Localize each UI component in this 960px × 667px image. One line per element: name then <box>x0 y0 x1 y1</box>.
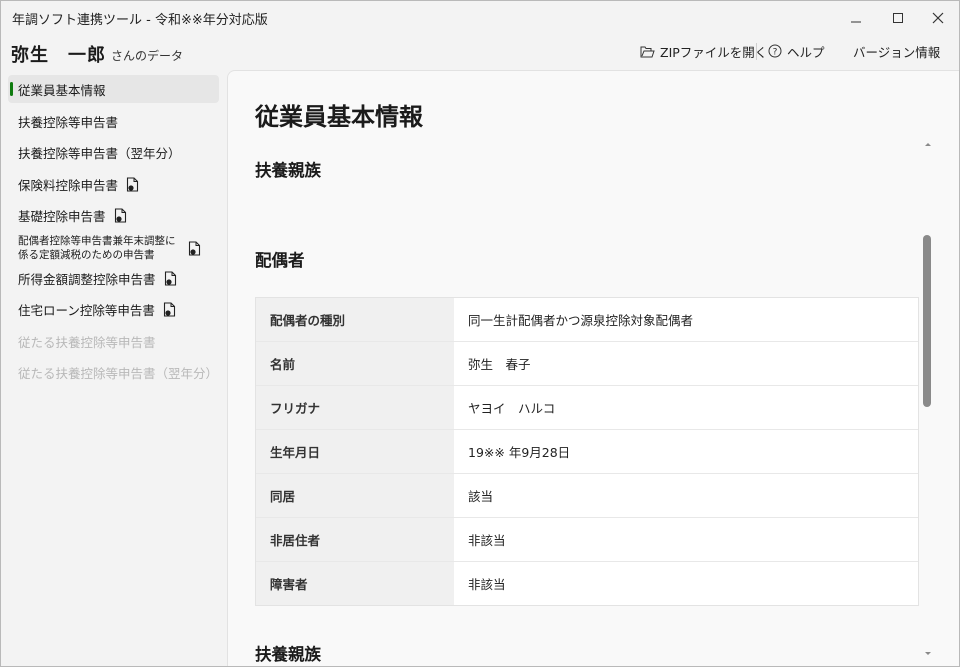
row-value: 同一生計配偶者かつ源泉控除対象配偶者 <box>468 313 694 328</box>
close-icon <box>932 12 944 24</box>
row-label: 生年月日 <box>256 430 454 473</box>
row-label: 非居住者 <box>256 518 454 561</box>
sidebar-item-label: 住宅ローン控除等申告書 <box>18 302 155 318</box>
sidebar-item-label: 扶養控除等申告書（翌年分） <box>18 145 181 161</box>
open-zip-button[interactable]: ZIPファイルを開く <box>640 41 767 61</box>
app-window: 年調ソフト連携ツール - 令和※※年分対応版 弥生 一郎 さんのデータ ZIPフ… <box>0 0 960 667</box>
row-label: 障害者 <box>256 562 454 605</box>
row-label: 同居 <box>256 474 454 517</box>
document-icon <box>126 176 139 192</box>
table-row: フリガナ ヤヨイ ハルコ <box>256 386 918 430</box>
title-bar: 年調ソフト連携ツール - 令和※※年分対応版 <box>1 1 959 35</box>
sidebar-item-basic-deduction[interactable]: 基礎控除申告書 <box>8 201 219 229</box>
help-button[interactable]: ? ヘルプ <box>768 41 825 61</box>
document-icon <box>163 301 176 317</box>
sidebar-item-label-line1: 配偶者控除等申告書兼年末調整に <box>18 235 176 247</box>
help-icon: ? <box>768 44 782 58</box>
sidebar-item-income-adjustment[interactable]: 所得金額調整控除申告書 <box>8 264 219 292</box>
row-value: 非該当 <box>468 533 506 548</box>
sidebar-item-insurance-declaration[interactable]: 保険料控除申告書 <box>8 170 219 198</box>
minimize-button[interactable] <box>835 1 877 35</box>
row-value: 非該当 <box>468 577 506 592</box>
vertical-scrollbar-thumb[interactable] <box>923 235 931 407</box>
section-heading-spouse: 配偶者 <box>255 251 305 270</box>
main-content: 従業員基本情報 扶養親族 配偶者 配偶者の種別 同一生計配偶者かつ源泉控除対象配… <box>227 70 959 666</box>
sidebar-item-label: 配偶者控除等申告書兼年末調整に 係る定額減税のための申告書 <box>18 234 176 262</box>
maximize-button[interactable] <box>877 1 919 35</box>
document-icon <box>114 207 127 223</box>
table-row: 障害者 非該当 <box>256 562 918 605</box>
sidebar-item-employee-info[interactable]: 従業員基本情報 <box>8 75 219 103</box>
row-value: ヤヨイ ハルコ <box>468 401 556 416</box>
row-label: フリガナ <box>256 386 454 429</box>
minimize-icon <box>851 21 861 23</box>
row-value: 該当 <box>468 489 494 504</box>
sidebar-item-label: 従たる扶養控除等申告書（翌年分） <box>18 365 219 381</box>
sidebar-item-label: 所得金額調整控除申告書 <box>18 271 156 287</box>
table-row: 非居住者 非該当 <box>256 518 918 562</box>
row-value: 弥生 春子 <box>468 357 531 372</box>
table-row: 名前 弥生 春子 <box>256 342 918 386</box>
sidebar-item-secondary-dependents-next-year: 従たる扶養控除等申告書（翌年分） <box>8 358 219 386</box>
sidebar-item-spouse-deduction[interactable]: 配偶者控除等申告書兼年末調整に 係る定額減税のための申告書 <box>8 232 219 264</box>
document-icon <box>188 240 201 256</box>
sidebar-item-secondary-dependents: 従たる扶養控除等申告書 <box>8 327 219 355</box>
table-row: 生年月日 19※※ 年9月28日 <box>256 430 918 474</box>
sidebar-item-housing-loan[interactable]: 住宅ローン控除等申告書 <box>8 295 219 323</box>
sidebar-item-label: 扶養控除等申告書 <box>18 114 119 130</box>
sidebar-item-dependents-declaration-next-year[interactable]: 扶養控除等申告書（翌年分） <box>8 138 219 166</box>
close-button[interactable] <box>917 1 959 35</box>
spouse-info-table: 配偶者の種別 同一生計配偶者かつ源泉控除対象配偶者 名前 弥生 春子 フリガナ … <box>255 297 919 606</box>
user-data-suffix: さんのデータ <box>111 49 184 63</box>
table-row: 配偶者の種別 同一生計配偶者かつ源泉控除対象配偶者 <box>256 298 918 342</box>
window-title: 年調ソフト連携ツール - 令和※※年分対応版 <box>12 13 268 28</box>
row-label: 名前 <box>256 342 454 385</box>
user-name: 弥生 一郎 <box>11 45 106 66</box>
scroll-down-arrow-icon[interactable] <box>924 651 932 657</box>
folder-open-icon <box>640 45 655 58</box>
sidebar-item-label: 基礎控除申告書 <box>18 208 106 224</box>
scroll-up-arrow-icon[interactable] <box>924 141 932 147</box>
sidebar-item-label: 従たる扶養控除等申告書 <box>18 334 156 350</box>
maximize-icon <box>893 13 903 23</box>
sidebar-item-label: 保険料控除申告書 <box>18 177 119 193</box>
row-value: 19※※ 年9月28日 <box>468 445 571 460</box>
sidebar: 従業員基本情報 扶養控除等申告書 扶養控除等申告書（翌年分） 保険料控除申告書 … <box>1 70 226 666</box>
version-info-label: バージョン情報 <box>853 44 941 60</box>
row-label: 配偶者の種別 <box>256 298 454 341</box>
open-zip-label: ZIPファイルを開く <box>660 44 768 60</box>
table-row: 同居 該当 <box>256 474 918 518</box>
svg-text:?: ? <box>773 48 778 58</box>
toolbar-divider <box>756 43 757 60</box>
sidebar-item-label: 従業員基本情報 <box>18 82 106 98</box>
section-heading-dependents: 扶養親族 <box>255 161 321 180</box>
document-icon <box>164 270 177 286</box>
page-title: 従業員基本情報 <box>255 103 423 131</box>
sidebar-item-label-line2: 係る定額減税のための申告書 <box>18 249 155 261</box>
help-label: ヘルプ <box>787 44 825 60</box>
version-info-button[interactable]: バージョン情報 <box>853 41 940 61</box>
section-heading-dependents-2: 扶養親族 <box>255 645 321 664</box>
sidebar-item-dependents-declaration[interactable]: 扶養控除等申告書 <box>8 107 219 135</box>
